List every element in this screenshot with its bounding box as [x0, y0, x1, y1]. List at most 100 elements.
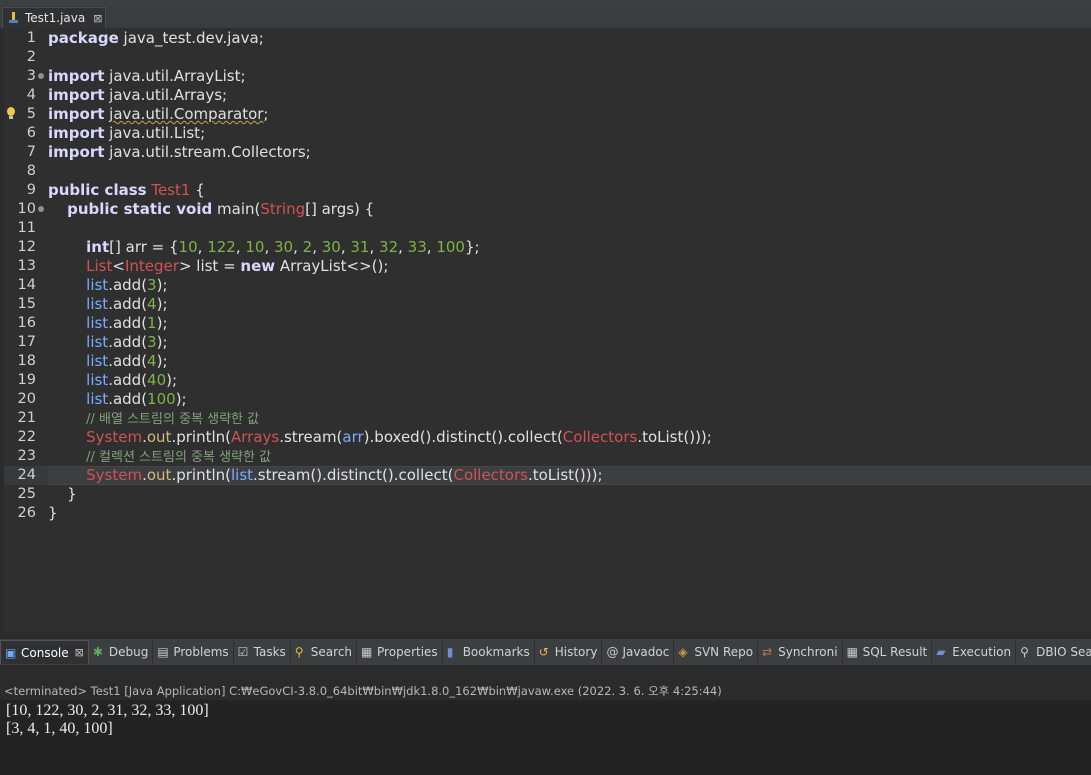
panel-tab-label: Bookmarks — [462, 645, 530, 659]
line-number: 16 — [17, 315, 36, 331]
history-icon: ↺ — [538, 645, 549, 659]
line-number: 22 — [17, 429, 36, 445]
code-line[interactable]: 15 list.add(4); — [4, 295, 1091, 314]
panel-tab-label: Properties — [377, 645, 438, 659]
code-line[interactable]: 16 list.add(1); — [4, 314, 1091, 333]
line-number: 19 — [17, 372, 36, 388]
sql-result-icon: ▦ — [846, 645, 858, 659]
panel-tab-label: Debug — [108, 645, 149, 659]
code-line[interactable]: 19 list.add(40); — [4, 371, 1091, 390]
code-line[interactable]: 23 // 컬렉션 스트림의 중복 생략한 값 — [4, 447, 1091, 466]
tab-history[interactable]: ↺ History — [535, 640, 603, 664]
line-number: 18 — [17, 353, 36, 369]
code-line[interactable]: 2 — [4, 48, 1091, 67]
code-line[interactable]: 1 package java_test.dev.java; — [4, 29, 1091, 48]
code-line[interactable]: 6 import java.util.List; — [4, 124, 1091, 143]
code-line[interactable]: 25 } — [4, 485, 1091, 504]
code-line[interactable]: 17 list.add(3); — [4, 333, 1091, 352]
fold-toggle-icon[interactable] — [38, 206, 44, 212]
code-text: System.out.println(list.stream().distinc… — [86, 466, 603, 484]
debug-icon: ✱ — [92, 645, 103, 659]
line-number: 21 — [17, 410, 36, 426]
panel-tab-label: DBIO Sear — [1036, 645, 1091, 659]
properties-icon: ▦ — [361, 645, 373, 659]
code-text: list.add(4); — [86, 295, 168, 313]
tab-properties[interactable]: ▦ Properties — [357, 640, 443, 664]
close-icon[interactable]: ⊠ — [93, 12, 102, 25]
console-header: <terminated> Test1 [Java Application] C:… — [4, 684, 722, 698]
code-line[interactable]: 9 public class Test1 { — [4, 181, 1091, 200]
code-line[interactable]: 21 // 배열 스트림의 중복 생략한 값 — [4, 409, 1091, 428]
tab-javadoc[interactable]: @ Javadoc — [602, 640, 675, 664]
code-line[interactable]: 8 — [4, 162, 1091, 181]
code-line[interactable]: 12 int[] arr = {10, 122, 10, 30, 2, 30, … — [4, 238, 1091, 257]
code-line[interactable]: 4 import java.util.Arrays; — [4, 86, 1091, 105]
search-icon: ⚲ — [294, 645, 304, 659]
code-editor[interactable]: 1 package java_test.dev.java; 2 3 import jav… — [4, 29, 1091, 634]
code-line[interactable]: 5 import java.util.Comparator; — [4, 105, 1091, 124]
code-line[interactable]: 20 list.add(100); — [4, 390, 1091, 409]
code-text: import java.util.List; — [48, 124, 206, 142]
code-line[interactable]: 7 import java.util.stream.Collectors; — [4, 143, 1091, 162]
javadoc-icon: @ — [606, 645, 619, 659]
bottom-panel-tabs: ▣ Console ⊠ ✱ Debug ▤ Problems ☑ Tasks ⚲ Search ▦ Pr… — [0, 638, 1091, 665]
console-output-line: [10, 122, 30, 2, 31, 32, 33, 100] — [6, 702, 209, 719]
line-number: 15 — [17, 296, 36, 312]
code-text: } — [48, 485, 77, 503]
code-line[interactable]: 26} — [4, 504, 1091, 523]
line-number: 13 — [17, 258, 36, 274]
line-number: 23 — [17, 448, 36, 464]
tab-debug[interactable]: ✱ Debug — [89, 640, 154, 664]
close-icon[interactable]: ⊠ — [75, 646, 84, 659]
code-text: public class Test1 { — [48, 181, 205, 199]
editor-tab-bar: Test1.java ⊠ — [0, 6, 1091, 29]
code-line[interactable]: 22 System.out.println(Arrays.stream(arr)… — [4, 428, 1091, 447]
code-text: package java_test.dev.java; — [48, 29, 264, 47]
synchronize-icon: ⇄ — [762, 645, 773, 659]
code-text: import java.util.Comparator; — [48, 105, 269, 123]
code-text: list.add(3); — [86, 276, 168, 294]
panel-tab-label: Execution — [952, 645, 1012, 659]
line-number: 11 — [17, 220, 36, 236]
tab-svn-repo[interactable]: ◈ SVN Repo — [674, 640, 759, 664]
code-line[interactable]: 14 list.add(3); — [4, 276, 1091, 295]
tab-search[interactable]: ⚲ Search — [291, 640, 358, 664]
tab-console[interactable]: ▣ Console ⊠ — [0, 640, 89, 664]
code-line[interactable]: 11 — [4, 219, 1091, 238]
line-number: 26 — [17, 505, 36, 521]
console-output[interactable]: [10, 122, 30, 2, 31, 32, 33, 100] [3, 4, … — [0, 700, 1091, 775]
tab-execution[interactable]: ▰ Execution — [932, 640, 1017, 664]
line-number: 4 — [26, 87, 36, 103]
code-line[interactable]: 3 import java.util.ArrayList; — [4, 67, 1091, 86]
tab-synchroni[interactable]: ⇄ Synchroni — [758, 640, 843, 664]
panel-tab-label: SVN Repo — [694, 645, 754, 659]
code-text: // 배열 스트림의 중복 생략한 값 — [86, 412, 260, 427]
tab-dbio-sear[interactable]: ⚲ DBIO Sear — [1016, 640, 1091, 664]
code-text: import java.util.ArrayList; — [48, 67, 246, 85]
tab-problems[interactable]: ▤ Problems — [153, 640, 234, 664]
tab-tasks[interactable]: ☑ Tasks — [234, 640, 291, 664]
code-line[interactable]: 18 list.add(4); — [4, 352, 1091, 371]
code-text: import java.util.stream.Collectors; — [48, 143, 311, 161]
fold-toggle-icon[interactable] — [38, 73, 44, 79]
java-file-icon — [9, 12, 19, 24]
editor-tab-test1[interactable]: Test1.java ⊠ — [2, 7, 106, 28]
panel-tab-label: Synchroni — [778, 645, 838, 659]
panel-tab-label: Problems — [173, 645, 229, 659]
console-icon: ▣ — [5, 645, 17, 660]
code-text: list.add(3); — [86, 333, 168, 351]
line-number: 25 — [17, 486, 36, 502]
tab-bookmarks[interactable]: ▮ Bookmarks — [443, 640, 535, 664]
line-number: 1 — [26, 30, 36, 46]
code-text: public static void main(String[] args) { — [67, 200, 375, 218]
tab-sql-result[interactable]: ▦ SQL Result — [843, 640, 933, 664]
code-line[interactable]: 13 List<Integer> list = new ArrayList<>(… — [4, 257, 1091, 276]
current-code-line[interactable]: 24 System.out.println(list.stream().dist… — [4, 466, 1091, 485]
line-number: 9 — [26, 182, 36, 198]
code-line[interactable]: 10 public static void main(String[] args… — [4, 200, 1091, 219]
panel-tab-label: Console — [21, 645, 69, 660]
code-text: list.add(100); — [86, 390, 187, 408]
line-number: 2 — [26, 49, 36, 65]
code-text: List<Integer> list = new ArrayList<>(); — [86, 257, 389, 275]
panel-tab-label: SQL Result — [862, 645, 928, 659]
